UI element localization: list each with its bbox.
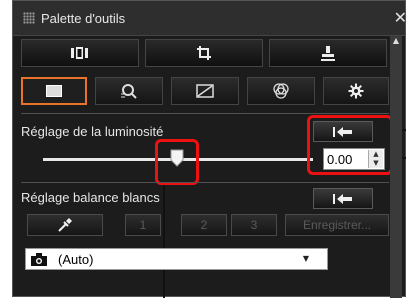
tab-color-adjust[interactable] — [171, 77, 239, 105]
eyedropper-button[interactable] — [27, 214, 103, 236]
camera-icon — [31, 253, 47, 266]
tab-basic-adjust[interactable] — [21, 77, 87, 105]
close-icon[interactable]: ✕ — [394, 8, 406, 27]
register-button[interactable]: Enregistrer... — [285, 214, 389, 236]
basic-adjust-icon — [46, 85, 62, 97]
divider — [21, 113, 389, 114]
filmstrip-icon — [71, 47, 88, 59]
scroll-up-icon[interactable]: ▲ — [391, 36, 401, 46]
callout-line — [163, 185, 165, 298]
settings-icon — [348, 83, 364, 99]
highlight-reset-and-value — [307, 115, 393, 175]
grip-icon[interactable] — [23, 12, 35, 24]
tab-settings[interactable] — [323, 77, 389, 105]
wb-slot-3-button[interactable]: 3 — [231, 214, 277, 236]
reset-icon — [333, 193, 352, 204]
detail-icon — [273, 83, 289, 99]
divider — [21, 182, 389, 183]
window-title: Palette d'outils — [41, 11, 126, 26]
crop-icon — [197, 46, 211, 60]
white-balance-select[interactable]: (Auto) ▼ — [25, 248, 328, 270]
tone-curve-icon — [121, 84, 137, 99]
scrollbar[interactable] — [390, 36, 402, 298]
tab-tone-curve[interactable] — [95, 77, 163, 105]
crop-button[interactable] — [145, 39, 263, 67]
stamp-button[interactable] — [269, 39, 387, 67]
stamp-icon — [321, 46, 335, 61]
tool-palette: Palette d'outils ✕ Réglage de la luminos… — [12, 0, 406, 298]
white-balance-label: Réglage balance blancs — [21, 190, 160, 205]
highlight-slider-thumb — [155, 139, 199, 185]
filmstrip-button[interactable] — [21, 39, 139, 67]
brightness-label: Réglage de la luminosité — [21, 124, 164, 139]
wb-slot-2-button[interactable]: 2 — [181, 214, 227, 236]
chevron-down-icon[interactable]: ▼ — [303, 254, 309, 263]
select-value: (Auto) — [58, 252, 94, 267]
wb-slot-1-button[interactable]: 1 — [125, 214, 161, 236]
color-adjust-icon — [196, 84, 214, 98]
eyedropper-icon — [58, 218, 72, 232]
title-bar[interactable]: Palette d'outils ✕ — [13, 1, 406, 36]
white-balance-reset-button[interactable] — [313, 188, 373, 209]
tab-detail[interactable] — [247, 77, 315, 105]
